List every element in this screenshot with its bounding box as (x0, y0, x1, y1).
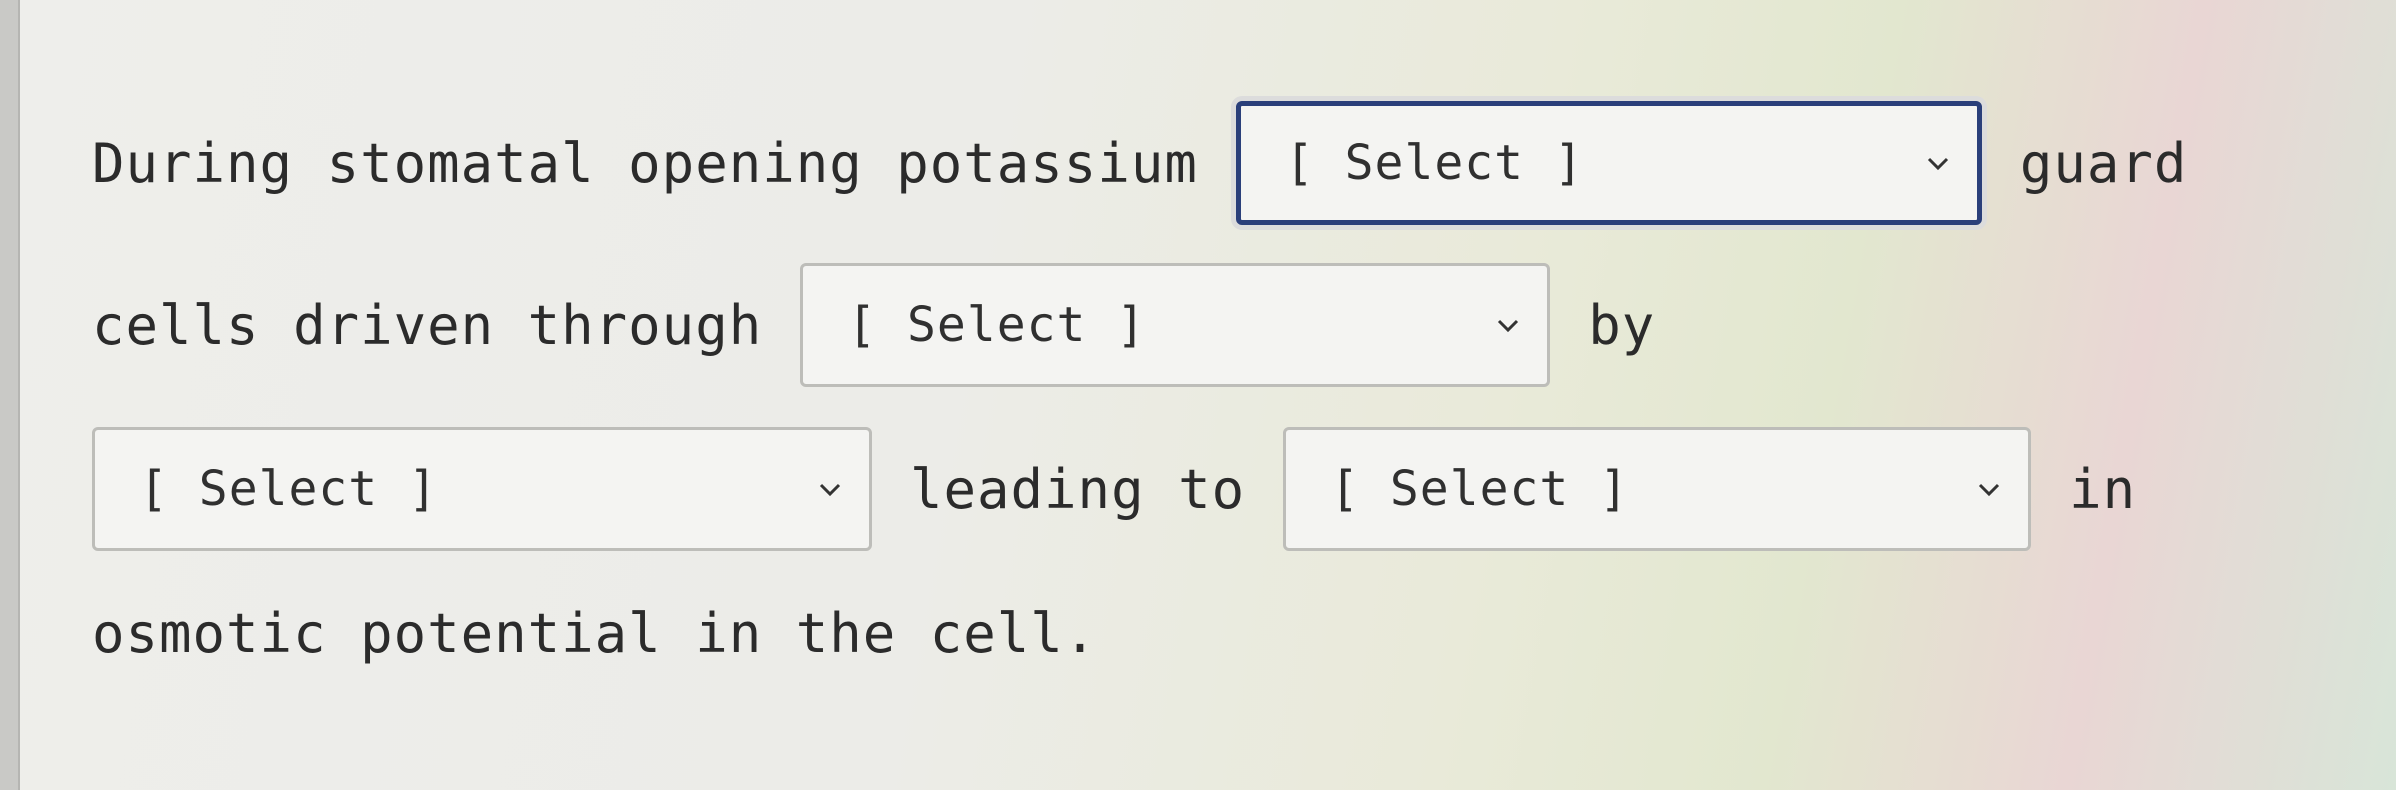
chevron-down-icon (1979, 483, 2000, 497)
question-line-3: [ Select ] leading to [ Select ] in (92, 424, 2136, 554)
dropdown-1[interactable]: [ Select ] (1235, 101, 1982, 225)
left-edge-border (0, 0, 20, 790)
question-text-7: osmotic potential in the cell. (92, 601, 1098, 665)
chevron-down-icon (1927, 157, 1948, 171)
question-line-1: During stomatal opening potassium [ Sele… (92, 98, 2187, 228)
question-text-4: by (1588, 293, 1656, 357)
dropdown-2[interactable]: [ Select ] (800, 263, 1551, 387)
dropdown-4[interactable]: [ Select ] (1283, 427, 2032, 551)
question-line-2: cells driven through [ Select ] by (92, 260, 1655, 390)
chevron-down-icon (819, 483, 841, 497)
dropdown-1-value: [ Select ] (1284, 135, 1584, 191)
question-text-5: leading to (910, 457, 1246, 521)
question-text-3: cells driven through (92, 293, 763, 357)
dropdown-4-value: [ Select ] (1330, 461, 1630, 517)
question-text-1: During stomatal opening potassium (92, 131, 1198, 195)
chevron-down-icon (1498, 319, 1519, 333)
question-text-2: guard (2019, 131, 2188, 195)
dropdown-2-value: [ Select ] (847, 297, 1147, 353)
dropdown-3[interactable]: [ Select ] (92, 427, 872, 551)
dropdown-3-value: [ Select ] (139, 461, 438, 517)
question-line-4: osmotic potential in the cell. (92, 568, 1097, 698)
question-text-6: in (2069, 457, 2137, 521)
